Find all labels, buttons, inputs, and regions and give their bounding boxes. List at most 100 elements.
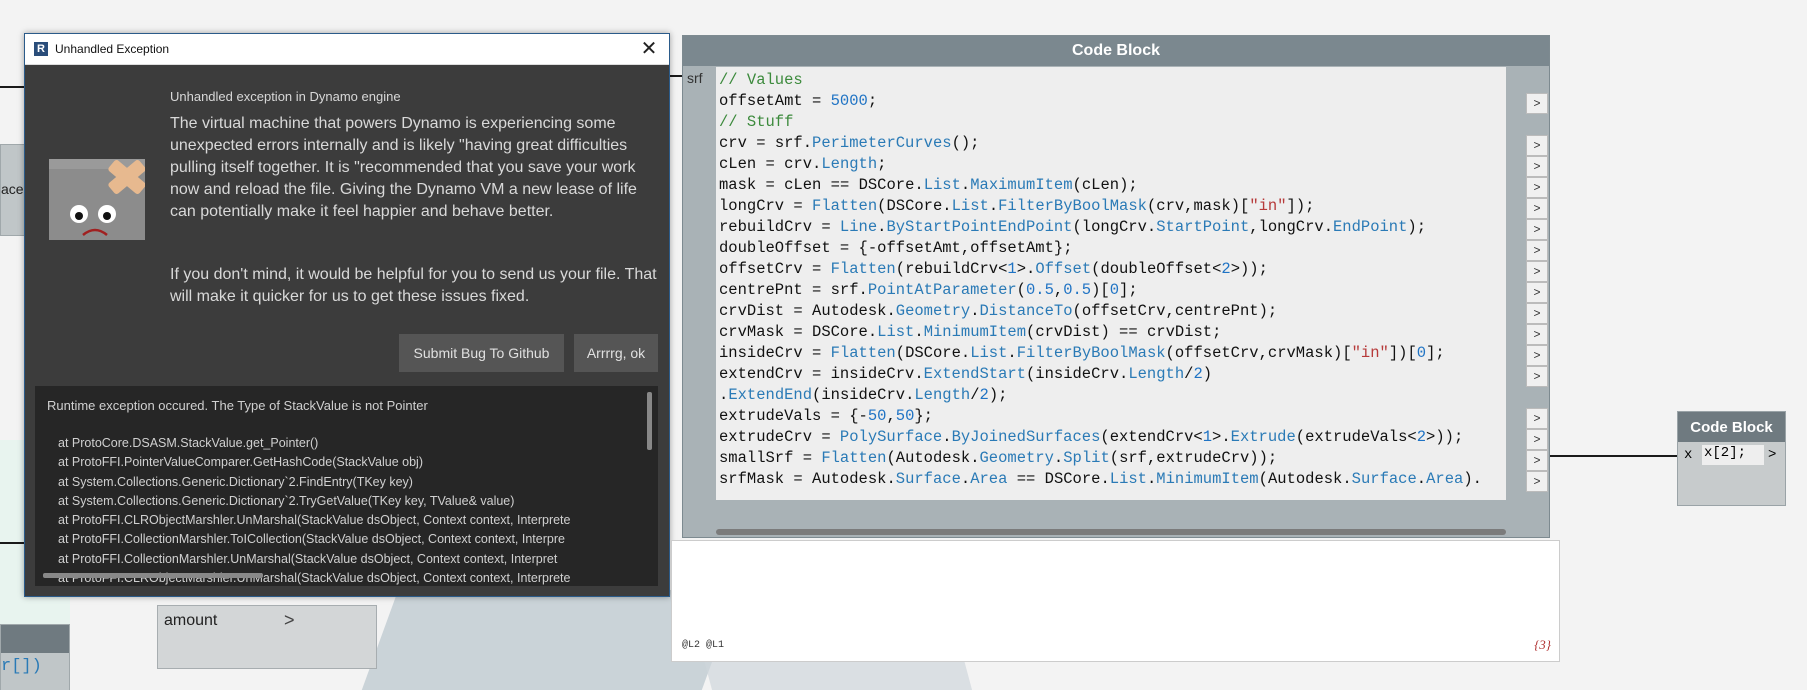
stack-trace-panel[interactable]: Runtime exception occured. The Type of S… — [35, 386, 658, 586]
chevron-right-icon[interactable]: > — [284, 610, 295, 631]
code-line: offsetCrv = Flatten(rebuildCrv<1>.Offset… — [719, 259, 1482, 280]
code-token: insideCrv — [1035, 365, 1120, 383]
output-port-arrow-icon[interactable]: > — [1526, 156, 1548, 177]
output-port-arrow-icon[interactable]: > — [1526, 366, 1548, 387]
code-token: extrudeCrv — [1156, 449, 1250, 467]
code-token: Length — [914, 386, 971, 404]
code-text[interactable]: // Values offsetAmt = 5000;// Stuff crv = … — [719, 70, 1482, 490]
small-code-text[interactable]: x[2]; — [1702, 445, 1764, 465]
code-token: PointAtParameter — [867, 281, 1017, 299]
code-line: crv = srf.PerimeterCurves(); — [719, 133, 1482, 154]
code-token: ( — [1016, 281, 1026, 299]
close-icon[interactable]: ✕ — [637, 37, 661, 61]
code-token: DSCore — [812, 323, 868, 341]
output-port-arrow-icon[interactable]: > — [1526, 177, 1548, 198]
output-port-arrow-icon[interactable]: > — [1526, 450, 1548, 471]
code-token: < — [1407, 428, 1417, 446]
output-port-arrow-icon[interactable]: > — [1526, 198, 1548, 219]
code-token: crvMask — [1267, 344, 1334, 362]
code-token: . — [970, 449, 980, 467]
code-token: . — [960, 176, 971, 194]
code-line: crvMask = DSCore.List.MinimumItem(crvDis… — [719, 322, 1482, 343]
code-line: crvDist = Autodesk.Geometry.DistanceTo(o… — [719, 301, 1482, 322]
code-token: Surface — [1351, 470, 1417, 488]
code-token: . — [942, 428, 952, 446]
input-port-srf[interactable]: srf — [687, 70, 703, 86]
code-token: offsetAmt — [970, 239, 1054, 257]
output-port-arrow-icon[interactable]: > — [1526, 261, 1548, 282]
node-preview-bubble[interactable]: @L2 @L1 {3} — [671, 540, 1560, 662]
output-port-arrow-icon[interactable]: > — [1526, 471, 1548, 492]
small-code-block-node[interactable]: Code Block x x[2]; > — [1677, 411, 1786, 506]
output-port-arrow-icon[interactable]: > — [1526, 93, 1548, 114]
code-token: Geometry — [895, 302, 971, 320]
code-token: < — [1193, 428, 1203, 446]
code-token: List — [877, 323, 915, 341]
code-token: cLen — [784, 176, 822, 194]
code-token: Offset — [1035, 260, 1092, 278]
code-token: centrePnt — [1174, 302, 1259, 320]
code-line: offsetAmt = 5000; — [719, 91, 1482, 112]
code-token: = — [802, 281, 831, 299]
code-token: DistanceTo — [979, 302, 1073, 320]
code-token: ( — [895, 260, 906, 278]
help-message: If you don't mind, it would be helpful f… — [170, 266, 657, 305]
amount-node[interactable]: amount > — [157, 605, 377, 669]
code-token: . — [1146, 218, 1157, 236]
code-token: == — [1007, 470, 1045, 488]
code-token: doubleOffset — [1100, 260, 1213, 278]
output-port-arrow-icon[interactable]: > — [1526, 303, 1548, 324]
trace-line: at ProtoFFI.PointerValueComparer.GetHash… — [58, 455, 423, 470]
code-token: Length — [821, 155, 878, 173]
code-token: . — [886, 470, 896, 488]
output-port-arrow-icon[interactable]: > — [1526, 240, 1548, 261]
revit-logo-icon: R — [34, 42, 48, 56]
node-title[interactable]: Code Block — [683, 36, 1549, 66]
code-token: ); — [1119, 176, 1138, 194]
code-token: ( — [1146, 197, 1157, 215]
output-port-arrow-icon[interactable]: > — [1526, 408, 1548, 429]
ok-button[interactable]: Arrrrg, ok — [574, 334, 658, 372]
partial-node-left[interactable]: ace — [0, 144, 26, 236]
code-token: MinimumItem — [1156, 470, 1259, 488]
code-token: )[ — [1091, 281, 1110, 299]
code-token: Autodesk — [812, 302, 887, 320]
code-editor[interactable]: // Values offsetAmt = 5000;// Stuff crv = … — [716, 67, 1506, 500]
node-title[interactable]: Code Block — [1678, 412, 1785, 442]
code-token: 0.5 — [1063, 281, 1092, 299]
code-token: . — [905, 386, 915, 404]
code-token: = — [784, 302, 813, 320]
output-port-arrow-icon[interactable]: > — [1526, 219, 1548, 240]
code-line: cLen = crv.Length; — [719, 154, 1482, 175]
exception-message: The virtual machine that powers Dynamo i… — [170, 115, 637, 220]
code-token: >)); — [1230, 260, 1268, 278]
dialog-titlebar[interactable]: R Unhandled Exception ✕ — [25, 34, 669, 65]
output-port-arrow-icon[interactable]: > — [1526, 345, 1548, 366]
code-token: 1 — [1007, 260, 1017, 278]
code-block-node[interactable]: Code Block srf // Values offsetAmt = 5000… — [682, 35, 1550, 538]
code-token: = — [802, 92, 831, 110]
input-port-x[interactable]: x — [1684, 447, 1692, 463]
editor-horizontal-scrollbar[interactable] — [716, 529, 1506, 535]
code-token: = — [746, 134, 775, 152]
unhandled-exception-dialog: R Unhandled Exception ✕ Unhandled except… — [24, 33, 670, 597]
code-token: )); — [1249, 449, 1278, 467]
output-port-arrow-icon[interactable]: > — [1526, 324, 1548, 345]
output-arrow-icon[interactable]: > — [1768, 447, 1776, 463]
code-token: doubleOffset — [719, 239, 831, 257]
code-token: smallSrf — [719, 449, 794, 467]
output-port-arrow-icon[interactable]: > — [1526, 135, 1548, 156]
code-token: Line — [839, 218, 878, 236]
horizontal-scrollbar[interactable] — [43, 573, 263, 578]
output-port-arrow-icon[interactable]: > — [1526, 282, 1548, 303]
trace-line: at ProtoFFI.CollectionMarshler.ToICollec… — [58, 532, 565, 547]
code-token: ) — [1202, 365, 1213, 383]
submit-bug-button[interactable]: Submit Bug To Github — [399, 334, 564, 372]
output-port-arrow-icon[interactable]: > — [1526, 429, 1548, 450]
code-token: . — [1416, 470, 1427, 488]
vertical-scrollbar[interactable] — [647, 392, 652, 450]
code-token: DSCore — [905, 344, 961, 362]
code-token: longCrv — [719, 197, 785, 215]
partial-node-left[interactable]: r[]) — [0, 624, 70, 690]
code-token: List — [1109, 470, 1147, 488]
